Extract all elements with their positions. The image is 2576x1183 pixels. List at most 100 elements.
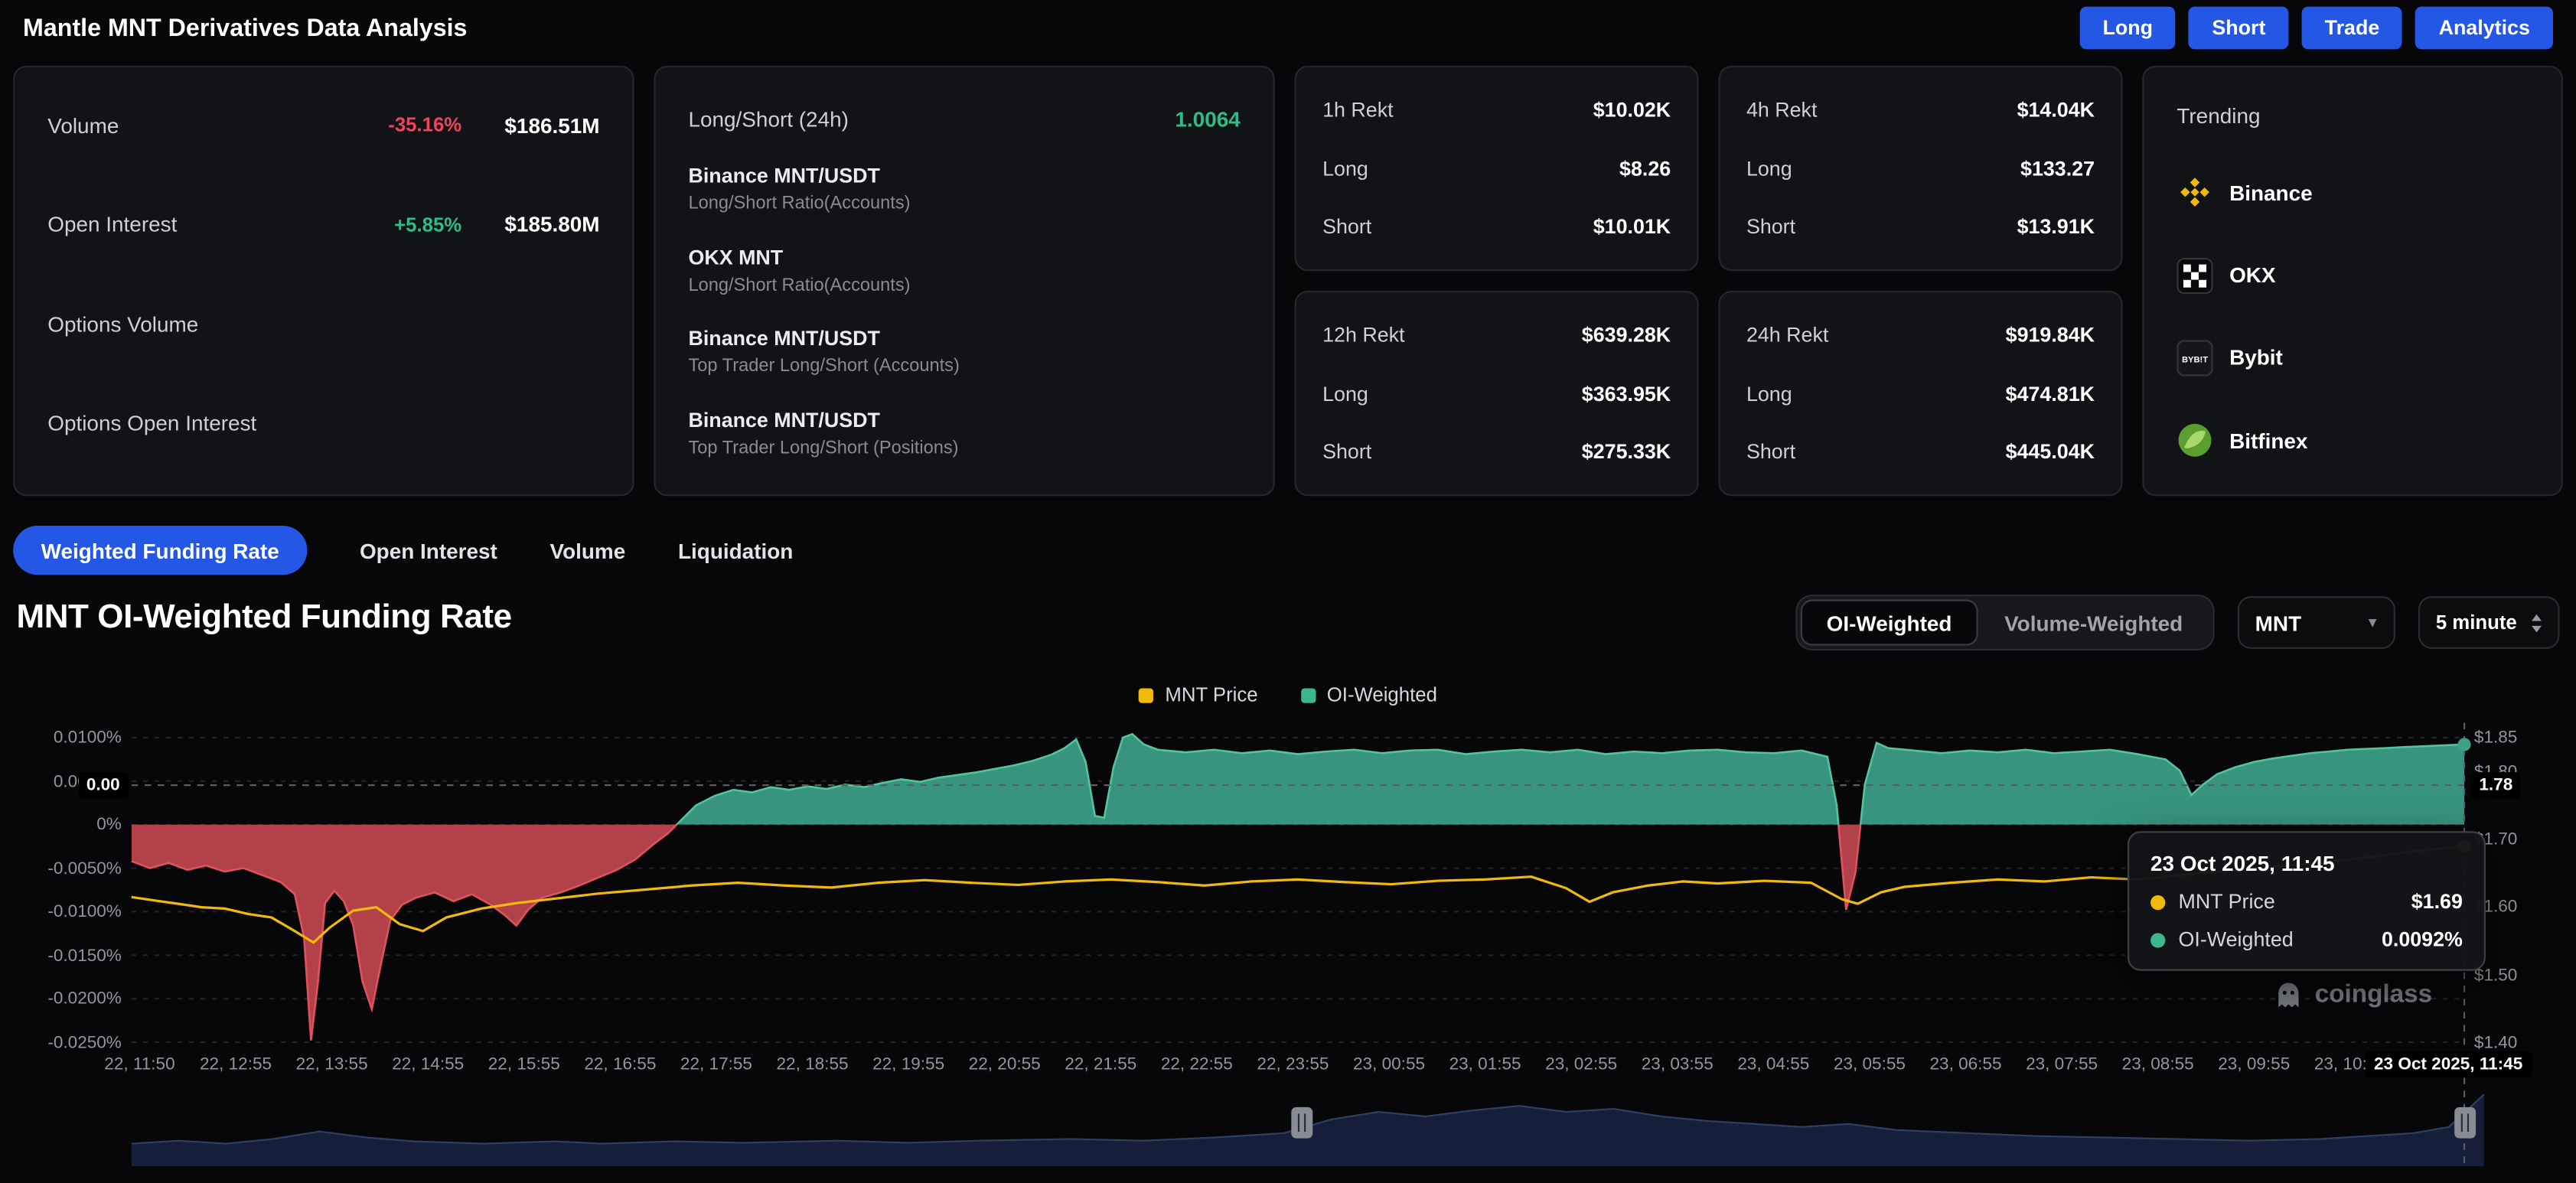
tab-volume[interactable]: Volume (550, 538, 626, 562)
rekt-short-label: Short (1746, 215, 1795, 238)
trending-item-bybit[interactable]: BYB!T Bybit (2177, 340, 2528, 376)
rekt-long-value: $474.81K (2006, 382, 2095, 405)
tooltip-title: 23 Oct 2025, 11:45 (2150, 851, 2463, 875)
metrics-card: Volume -35.16% $186.51M Open Interest +5… (13, 66, 634, 496)
rekt-short-value: $13.91K (2017, 215, 2095, 238)
segment-volume-weighted[interactable]: Volume-Weighted (1978, 600, 2209, 646)
trending-item-label: OKX (2229, 262, 2275, 287)
trending-item-binance[interactable]: Binance (2177, 174, 2528, 210)
ratio-link-top-trader-positions[interactable]: Binance MNT/USDT Top Trader Long/Short (… (688, 409, 1240, 458)
ratio-link-title: Binance MNT/USDT (688, 164, 1240, 187)
ratio-link-title: Binance MNT/USDT (688, 409, 1240, 432)
metric-value: $185.80M (484, 212, 599, 236)
ratio-link-subtitle: Long/Short Ratio(Accounts) (688, 275, 1240, 295)
trending-title: Trending (2177, 103, 2528, 128)
tooltip-label: MNT Price (2179, 891, 2275, 914)
section-title: MNT OI-Weighted Funding Rate (16, 598, 511, 637)
tooltip-row-price: MNT Price $1.69 (2150, 891, 2463, 914)
longshort-header: Long/Short (24h) 1.0064 (688, 107, 1240, 132)
metric-row-open-interest[interactable]: Open Interest +5.85% $185.80M (47, 210, 599, 240)
symbol-select-value: MNT (2255, 610, 2301, 634)
rekt-total: $919.84K (2006, 324, 2095, 347)
trending-item-label: Binance (2229, 181, 2313, 205)
interval-select[interactable]: 5 minute (2418, 596, 2559, 649)
rekt-period: 12h Rekt (1322, 324, 1404, 347)
interval-stepper-icon (2532, 614, 2542, 632)
navigator-right-handle[interactable] (2454, 1107, 2476, 1139)
oi-dot-icon (2150, 932, 2165, 947)
watermark-text: coinglass (2315, 981, 2432, 1011)
ratio-link-binance-accounts[interactable]: Binance MNT/USDT Long/Short Ratio(Accoun… (688, 164, 1240, 213)
legend-label: OI-Weighted (1327, 683, 1437, 706)
rekt-short-label: Short (1746, 440, 1795, 463)
symbol-select[interactable]: MNT ▾ (2237, 596, 2395, 649)
rekt-long-value: $133.27 (2020, 157, 2095, 180)
ratio-link-subtitle: Top Trader Long/Short (Accounts) (688, 357, 1240, 376)
weighting-toggle: OI-Weighted Volume-Weighted (1795, 595, 2214, 650)
rekt-long-label: Long (1746, 382, 1792, 405)
metric-row-options-volume[interactable]: Options Volume (47, 309, 599, 339)
rekt-period: 24h Rekt (1746, 324, 1828, 347)
trending-item-label: Bitfinex (2229, 428, 2307, 452)
binance-icon (2177, 174, 2212, 210)
oi-weighted-swatch (1300, 687, 1315, 702)
chevron-down-icon: ▾ (2369, 614, 2377, 632)
ratio-link-title: Binance MNT/USDT (688, 328, 1240, 350)
svg-text:BYB!T: BYB!T (2182, 355, 2208, 364)
chart-controls: OI-Weighted Volume-Weighted MNT ▾ 5 minu… (1795, 595, 2560, 650)
rekt-total: $639.28K (1582, 324, 1671, 347)
trending-item-okx[interactable]: OKX (2177, 257, 2528, 293)
tab-liquidation[interactable]: Liquidation (678, 538, 793, 562)
metric-value: $186.51M (484, 112, 599, 137)
bitfinex-icon (2177, 422, 2212, 458)
trending-card: Trending Binance (2142, 66, 2563, 496)
rekt-card-4h: 4h Rekt$14.04K Long$133.27 Short$13.91K (1718, 66, 2122, 271)
bybit-icon: BYB!T (2177, 340, 2212, 376)
coinglass-ghost-icon (2274, 981, 2304, 1011)
longshort-card: Long/Short (24h) 1.0064 Binance MNT/USDT… (654, 66, 1274, 496)
legend-oi-weighted[interactable]: OI-Weighted (1300, 683, 1437, 706)
rekt-short-value: $10.01K (1593, 215, 1671, 238)
ratio-link-title: OKX MNT (688, 246, 1240, 269)
tooltip-value: 0.0092% (2382, 928, 2463, 951)
longshort-label: Long/Short (24h) (688, 107, 848, 132)
ratio-link-okx-accounts[interactable]: OKX MNT Long/Short Ratio(Accounts) (688, 246, 1240, 295)
chart-tabs: Weighted Funding Rate Open Interest Volu… (13, 526, 793, 575)
metric-row-options-open-interest[interactable]: Options Open Interest (47, 409, 599, 438)
metric-label: Volume (47, 112, 119, 137)
rekt-total: $14.04K (2017, 99, 2095, 122)
rekt-short-label: Short (1322, 215, 1371, 238)
trending-item-bitfinex[interactable]: Bitfinex (2177, 422, 2528, 458)
rekt-card-12h: 12h Rekt$639.28K Long$363.95K Short$275.… (1295, 291, 1699, 496)
tooltip-value: $1.69 (2411, 891, 2463, 914)
metric-change: +5.85% (394, 213, 461, 236)
ratio-link-subtitle: Top Trader Long/Short (Positions) (688, 438, 1240, 458)
chart-legend: MNT Price OI-Weighted (0, 683, 2576, 706)
segment-oi-weighted[interactable]: OI-Weighted (1800, 600, 1978, 646)
legend-label: MNT Price (1165, 683, 1257, 706)
ratio-link-top-trader-accounts[interactable]: Binance MNT/USDT Top Trader Long/Short (… (688, 328, 1240, 376)
navigator-left-handle[interactable] (1291, 1107, 1312, 1139)
chart-tooltip: 23 Oct 2025, 11:45 MNT Price $1.69 OI-We… (2128, 831, 2486, 970)
rekt-card-24h: 24h Rekt$919.84K Long$474.81K Short$445.… (1718, 291, 2122, 496)
tooltip-label: OI-Weighted (2179, 928, 2294, 951)
ratio-link-subtitle: Long/Short Ratio(Accounts) (688, 194, 1240, 213)
rekt-period: 1h Rekt (1322, 99, 1394, 122)
price-dot-icon (2150, 895, 2165, 909)
tab-weighted-funding-rate[interactable]: Weighted Funding Rate (13, 526, 307, 575)
metric-change: -35.16% (388, 113, 461, 136)
rekt-total: $10.02K (1593, 99, 1671, 122)
overview-cards: Volume -35.16% $186.51M Open Interest +5… (13, 66, 2563, 496)
rekt-column-2: 4h Rekt$14.04K Long$133.27 Short$13.91K … (1718, 66, 2122, 496)
tab-open-interest[interactable]: Open Interest (360, 538, 497, 562)
rekt-long-value: $8.26 (1619, 157, 1671, 180)
rekt-long-label: Long (1322, 157, 1368, 180)
metric-label: Open Interest (47, 212, 177, 236)
metric-row-volume[interactable]: Volume -35.16% $186.51M (47, 110, 599, 140)
metric-label: Options Open Interest (47, 412, 256, 436)
legend-mnt-price[interactable]: MNT Price (1139, 683, 1258, 706)
watermark: coinglass (2274, 981, 2432, 1011)
rekt-long-label: Long (1322, 382, 1368, 405)
rekt-long-label: Long (1746, 157, 1792, 180)
app-root: Mantle MNT Derivatives Data Analysis Lon… (0, 0, 2576, 1183)
